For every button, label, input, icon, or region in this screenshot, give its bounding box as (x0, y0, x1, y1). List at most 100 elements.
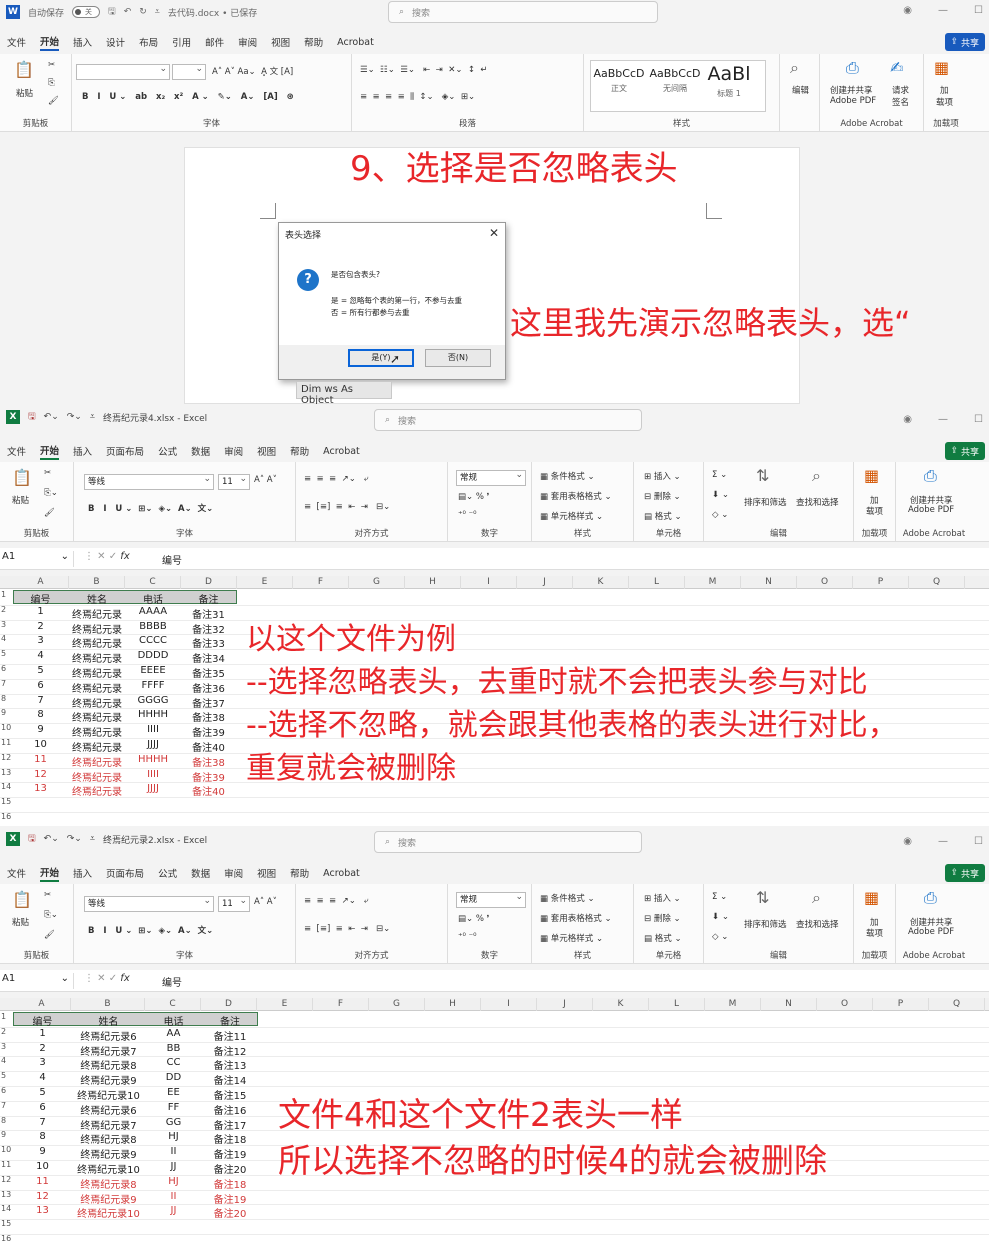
row-number[interactable]: 5 (0, 1071, 12, 1080)
save-icon[interactable]: 🖫 (28, 409, 36, 425)
menu-help[interactable]: 帮助 (290, 444, 309, 458)
table-cell[interactable]: AAAA (126, 606, 180, 617)
row-number[interactable]: 2 (0, 605, 12, 614)
cut-icon[interactable]: ✂ (48, 60, 55, 70)
table-cell[interactable]: 终焉纪元录9 (72, 1146, 145, 1161)
column-header-b[interactable]: B (71, 998, 145, 1011)
table-format-button[interactable]: ▦ 套用表格格式 ⌄ (540, 490, 612, 502)
excel1-search-input[interactable]: ⌕ 搜索 (374, 409, 642, 431)
menu-page-layout[interactable]: 页面布局 (106, 866, 144, 880)
column-header-i[interactable]: I (461, 576, 517, 589)
excel2-search-input[interactable]: ⌕ 搜索 (374, 831, 642, 853)
table-cell[interactable]: JJ (145, 1205, 202, 1216)
delete-cell-button[interactable]: ⊟ 删除 ⌄ (644, 490, 681, 502)
menu-review[interactable]: 审阅 (238, 35, 257, 49)
table-cell[interactable]: 备注39 (180, 724, 237, 739)
share-button[interactable]: ⇪ 共享 (944, 442, 985, 460)
autosum-button[interactable]: Σ ⌄ (712, 470, 727, 480)
row-number[interactable]: 8 (0, 1116, 12, 1125)
share-button[interactable]: ⇪ 共享 (944, 864, 985, 882)
menu-home[interactable]: 开始 (40, 865, 60, 882)
account-icon[interactable]: ◉ (903, 5, 912, 16)
formula-icons[interactable]: ⋮ ✕ ✓ fx (84, 551, 130, 562)
table-cell[interactable]: 6 (13, 1102, 72, 1113)
styles-gallery[interactable]: AaBbCcD 正文 AaBbCcD 无间隔 AaBl 标题 1 (590, 60, 766, 112)
table-cell[interactable]: 10 (13, 739, 68, 750)
row-number[interactable]: 4 (0, 1056, 12, 1065)
save-icon[interactable]: 🖫 (28, 831, 36, 847)
column-header-k[interactable]: K (593, 998, 649, 1011)
column-header-n[interactable]: N (761, 998, 817, 1011)
fill-button[interactable]: ⬇ ⌄ (712, 912, 729, 922)
number-format-combo[interactable]: 常规 (456, 890, 526, 908)
close-icon[interactable]: ✕ (489, 226, 499, 240)
minimize-icon[interactable]: — (938, 5, 948, 16)
row-number[interactable]: 1 (0, 1012, 12, 1021)
menu-review[interactable]: 审阅 (224, 444, 243, 458)
addins-icon[interactable]: ▦ (864, 466, 879, 485)
table-cell[interactable]: 7 (13, 1117, 72, 1128)
table-cell[interactable]: 7 (13, 695, 68, 706)
yes-button[interactable]: 是(Y) (348, 349, 414, 367)
table-cell[interactable]: 备注16 (202, 1102, 258, 1117)
table-cell[interactable]: 终焉纪元录9 (72, 1191, 145, 1206)
table-format-button[interactable]: ▦ 套用表格格式 ⌄ (540, 912, 612, 924)
customize-icon[interactable]: ⩡ (90, 834, 95, 844)
clear-button[interactable]: ◇ ⌄ (712, 932, 728, 942)
table-cell[interactable]: AA (145, 1028, 202, 1039)
table-cell[interactable]: HHHH (126, 754, 180, 765)
clear-button[interactable]: ◇ ⌄ (712, 510, 728, 520)
table-cell[interactable]: 8 (13, 709, 68, 720)
row-number[interactable]: 10 (0, 1145, 12, 1154)
row-number[interactable]: 13 (0, 1190, 12, 1199)
table-cell[interactable]: 备注36 (180, 680, 237, 695)
table-cell[interactable]: 4 (13, 1072, 72, 1083)
table-cell[interactable]: 备注34 (180, 650, 237, 665)
minimize-icon[interactable]: — (938, 836, 948, 847)
column-header-l[interactable]: L (649, 998, 705, 1011)
table-cell[interactable]: 2 (13, 1043, 72, 1054)
column-header-n[interactable]: N (741, 576, 797, 589)
table-cell[interactable]: 13 (13, 783, 68, 794)
row-number[interactable]: 9 (0, 1130, 12, 1139)
align-top-buttons[interactable]: ≡ ≡ ≡ ↗⌄ ⤶ (304, 896, 369, 906)
redo-icon[interactable]: ↻ (139, 7, 147, 17)
table-cell[interactable]: JJJJ (126, 783, 180, 794)
table-cell[interactable]: 终焉纪元录 (68, 709, 126, 724)
column-header-f[interactable]: F (293, 576, 349, 589)
table-cell[interactable]: 终焉纪元录10 (72, 1087, 145, 1102)
align-buttons[interactable]: ≡ ≡ ≡ ≡ ⫼ ↕⌄ ◈⌄ ⊞⌄ (360, 92, 475, 102)
table-cell[interactable]: 终焉纪元录8 (72, 1131, 145, 1146)
table-cell[interactable]: 终焉纪元录 (68, 665, 126, 680)
column-header-m[interactable]: M (705, 998, 761, 1011)
format-painter-icon[interactable]: 🖌 (48, 96, 59, 106)
column-header-q[interactable]: Q (909, 576, 965, 589)
header-cell[interactable]: 备注 (202, 1013, 258, 1028)
table-cell[interactable]: CC (145, 1057, 202, 1068)
column-header-a[interactable]: A (13, 576, 69, 589)
font-size-combo[interactable]: 11 (218, 472, 250, 490)
menu-file[interactable]: 文件 (7, 35, 26, 49)
row-number[interactable]: 1 (0, 590, 12, 599)
column-header-l[interactable]: L (629, 576, 685, 589)
column-header-j[interactable]: J (537, 998, 593, 1011)
menu-acrobat[interactable]: Acrobat (323, 446, 360, 457)
delete-cell-button[interactable]: ⊟ 删除 ⌄ (644, 912, 681, 924)
column-header-h[interactable]: H (425, 998, 481, 1011)
grow-font-icon[interactable]: A˄ A˅ Aa⌄ A͓ 文 [A] (212, 65, 293, 77)
style-normal[interactable]: AaBbCcD 正文 (591, 67, 647, 94)
table-cell[interactable]: 备注35 (180, 665, 237, 680)
table-cell[interactable]: EE (145, 1087, 202, 1098)
table-cell[interactable]: II (145, 1146, 202, 1157)
menu-help[interactable]: 帮助 (290, 866, 309, 880)
table-cell[interactable]: 终焉纪元录8 (72, 1176, 145, 1191)
column-header-p[interactable]: P (853, 576, 909, 589)
align-top-buttons[interactable]: ≡ ≡ ≡ ↗⌄ ⤶ (304, 474, 369, 484)
maximize-icon[interactable]: ☐ (974, 414, 983, 425)
fill-button[interactable]: ⬇ ⌄ (712, 490, 729, 500)
menu-acrobat[interactable]: Acrobat (323, 868, 360, 879)
table-cell[interactable]: FFFF (126, 680, 180, 691)
row-number[interactable]: 12 (0, 753, 12, 762)
table-cell[interactable]: 备注39 (180, 769, 237, 784)
grow-font-icon[interactable]: A˄ A˅ (254, 897, 277, 907)
